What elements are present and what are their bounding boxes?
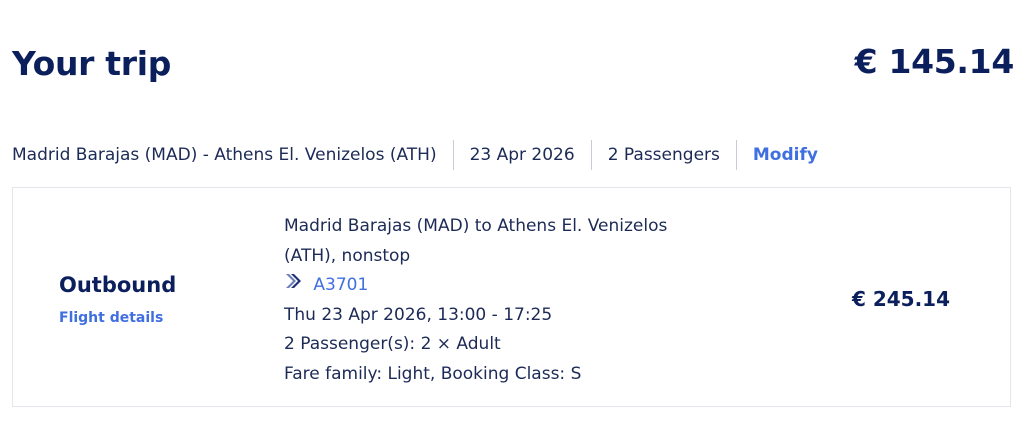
summary-route: Madrid Barajas (MAD) - Athens El. Venize… [12, 145, 437, 165]
flight-datetime: Thu 23 Apr 2026, 13:00 - 17:25 [284, 304, 553, 325]
aegean-chevron-icon [286, 274, 301, 288]
divider [590, 140, 592, 170]
modify-link[interactable]: Modify [753, 145, 818, 165]
flight-details-link[interactable]: Flight details [59, 310, 163, 326]
page-title: Your trip [12, 44, 172, 83]
flight-direction: Outbound [59, 273, 177, 297]
total-price: € 145.14 [854, 42, 1015, 81]
divider [735, 140, 737, 170]
summary-passengers: 2 Passengers [607, 145, 720, 165]
flight-info: Madrid Barajas (MAD) to Athens El. Veniz… [284, 212, 714, 389]
flight-card: Outbound Flight details Madrid Barajas (… [12, 187, 1011, 407]
summary-date: 23 Apr 2026 [469, 145, 575, 165]
divider [452, 140, 454, 170]
fare-family: Fare family: Light, Booking Class: S [284, 363, 582, 384]
flight-number[interactable]: A3701 [313, 275, 368, 295]
flight-price: € 245.14 [851, 287, 950, 311]
flight-route-line: Madrid Barajas (MAD) to Athens El. Veniz… [284, 216, 668, 236]
flight-number-row: A3701 [284, 271, 714, 301]
trip-summary-bar: Madrid Barajas (MAD) - Athens El. Venize… [12, 140, 818, 170]
flight-passengers: 2 Passenger(s): 2 × Adult [284, 334, 501, 354]
flight-route-line: (ATH), nonstop [284, 245, 411, 266]
